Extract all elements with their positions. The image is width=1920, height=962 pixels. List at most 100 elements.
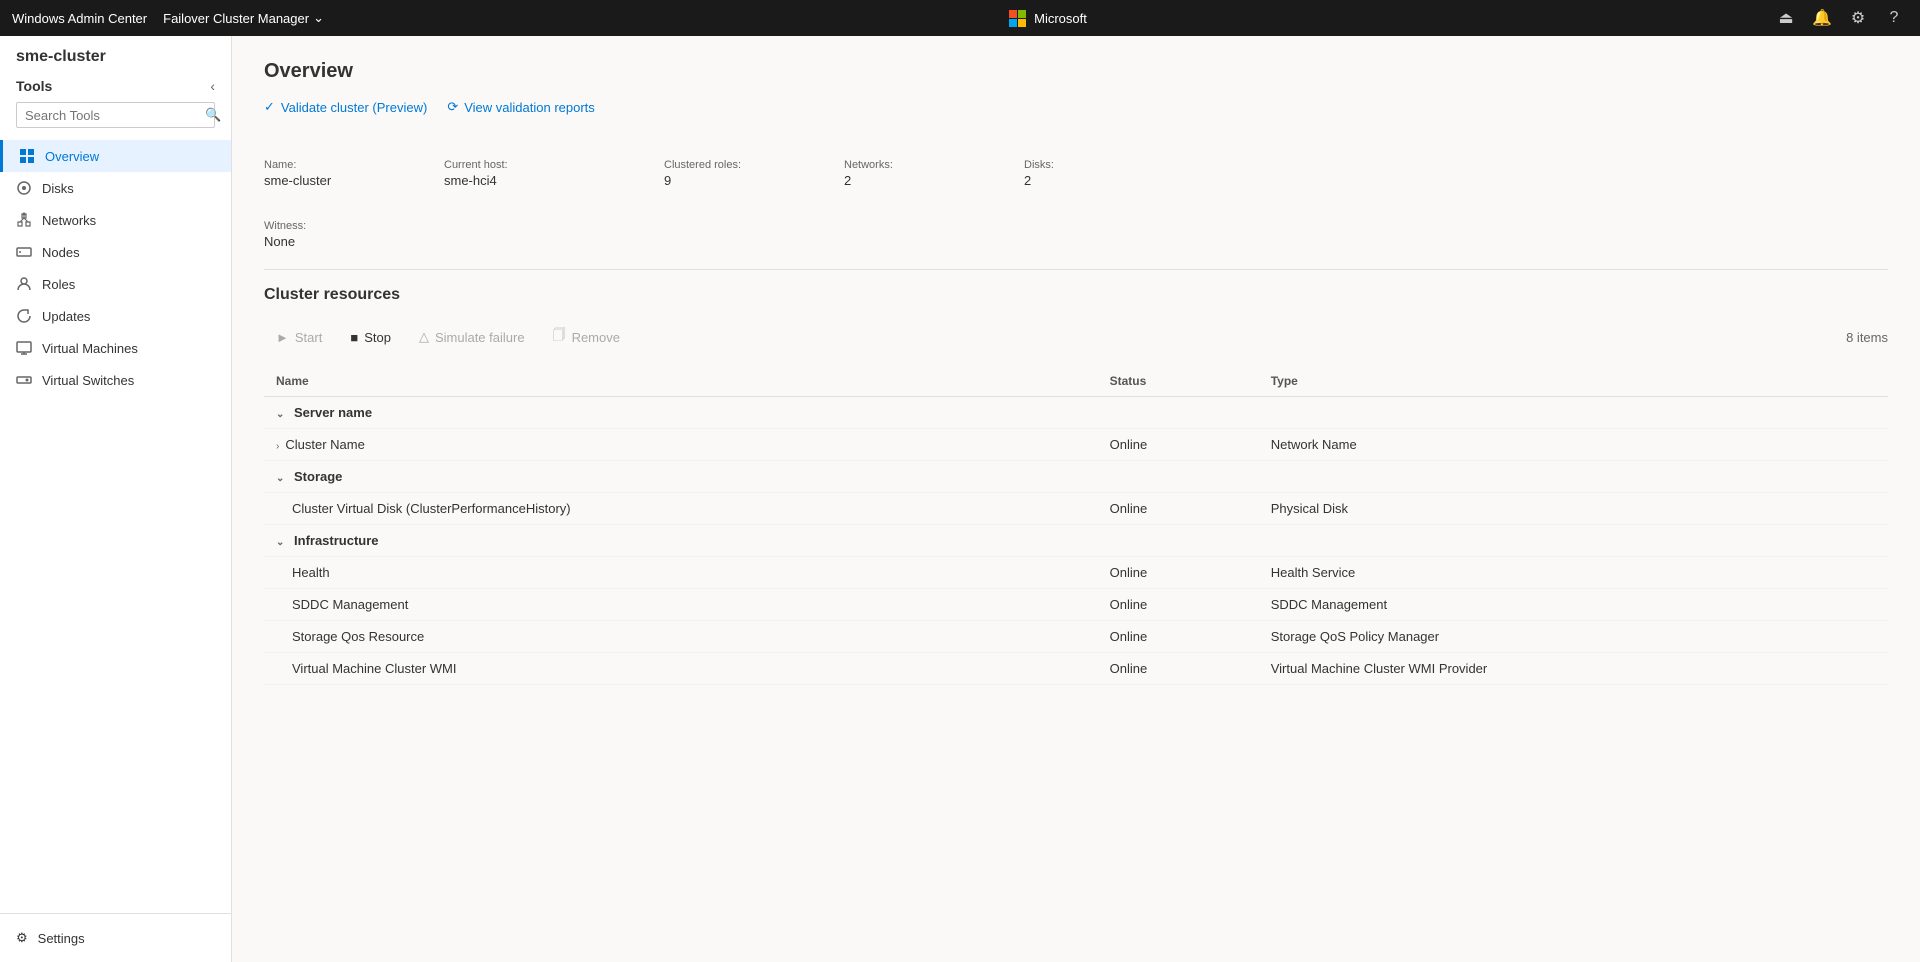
stop-icon: ■ <box>350 330 358 345</box>
collapse-button[interactable]: ‹ <box>210 78 215 94</box>
sidebar-footer: ⚙ Settings <box>0 913 231 962</box>
row-name: Storage Qos Resource <box>264 621 1098 653</box>
row-status: Online <box>1098 653 1259 685</box>
settings-icon[interactable]: ⚙ <box>1844 4 1872 32</box>
sidebar-item-networks[interactable]: Networks <box>0 204 231 236</box>
remove-icon: 🗍 <box>553 326 566 348</box>
row-name: ›Cluster Name <box>264 429 1098 461</box>
sidebar-item-virtual-machines[interactable]: Virtual Machines <box>0 332 231 364</box>
row-status: Online <box>1098 493 1259 525</box>
group-row[interactable]: ⌄ Server name <box>264 397 1888 429</box>
collapse-group-icon[interactable]: ⌄ <box>276 473 284 484</box>
row-status: Online <box>1098 429 1259 461</box>
sidebar-item-disks[interactable]: Disks <box>0 172 231 204</box>
sidebar-item-roles[interactable]: Roles <box>0 268 231 300</box>
sidebar-item-virtual-switches[interactable]: Virtual Switches <box>0 364 231 396</box>
bell-icon[interactable]: 🔔 <box>1808 4 1836 32</box>
ms-sq4 <box>1018 19 1026 27</box>
virtual-machines-icon <box>16 340 32 356</box>
items-count: 8 items <box>1846 330 1888 345</box>
virtual-switches-icon <box>16 372 32 388</box>
networks-icon <box>16 212 32 228</box>
topbar-center: Microsoft <box>340 10 1756 27</box>
tools-label: Tools ‹ <box>16 78 215 94</box>
history-icon: ⟳ <box>447 99 458 115</box>
table-row[interactable]: Cluster Virtual Disk (ClusterPerformance… <box>264 493 1888 525</box>
table-row[interactable]: Health Online Health Service <box>264 557 1888 589</box>
collapse-group-icon[interactable]: ⌄ <box>276 409 284 420</box>
group-row[interactable]: ⌄ Infrastructure <box>264 525 1888 557</box>
info-current-host: Current host: sme-hci4 <box>444 155 664 192</box>
ms-sq3 <box>1009 19 1017 27</box>
group-label: Server name <box>294 405 372 420</box>
sidebar-item-label-disks: Disks <box>42 181 74 196</box>
table-row[interactable]: ›Cluster Name Online Network Name <box>264 429 1888 461</box>
sidebar-item-updates[interactable]: Updates <box>0 300 231 332</box>
sidebar-item-overview[interactable]: Overview <box>0 140 231 172</box>
cluster-name: sme-cluster <box>16 48 215 66</box>
search-button[interactable]: 🔍 <box>205 107 221 123</box>
updates-icon <box>16 308 32 324</box>
row-type: Network Name <box>1259 429 1888 461</box>
app-title: Windows Admin Center <box>12 11 147 26</box>
table-row[interactable]: Virtual Machine Cluster WMI Online Virtu… <box>264 653 1888 685</box>
sidebar-item-label-nodes: Nodes <box>42 245 80 260</box>
witness-value: None <box>264 234 306 249</box>
row-type: Physical Disk <box>1259 493 1888 525</box>
sidebar-item-nodes[interactable]: Nodes <box>0 236 231 268</box>
help-icon[interactable]: ? <box>1880 4 1908 32</box>
topbar: Windows Admin Center Failover Cluster Ma… <box>0 0 1920 36</box>
name-value: sme-cluster <box>264 173 412 188</box>
remove-button[interactable]: 🗍 Remove <box>541 320 632 354</box>
collapse-group-icon[interactable]: ⌄ <box>276 537 284 548</box>
disks-label: Disks: <box>1024 159 1172 171</box>
module-label: Failover Cluster Manager <box>163 11 309 26</box>
ms-sq2 <box>1018 10 1026 18</box>
sidebar: sme-cluster Tools ‹ 🔍 Overview Di <box>0 36 232 962</box>
current-host-label: Current host: <box>444 159 632 171</box>
settings-item[interactable]: ⚙ Settings <box>16 922 215 954</box>
info-witness: Witness: None <box>264 216 338 253</box>
sidebar-item-label-networks: Networks <box>42 213 96 228</box>
sidebar-item-label-updates: Updates <box>42 309 90 324</box>
group-row[interactable]: ⌄ Storage <box>264 461 1888 493</box>
disks-icon <box>16 180 32 196</box>
row-name: SDDC Management <box>264 589 1098 621</box>
stop-button[interactable]: ■ Stop <box>338 324 403 351</box>
row-name: Cluster Virtual Disk (ClusterPerformance… <box>264 493 1098 525</box>
ms-sq1 <box>1009 10 1017 18</box>
sidebar-item-label-virtual-switches: Virtual Switches <box>42 373 134 388</box>
validate-cluster-link[interactable]: ✓ Validate cluster (Preview) <box>264 99 427 115</box>
start-button[interactable]: ► Start <box>264 324 334 351</box>
row-type: Virtual Machine Cluster WMI Provider <box>1259 653 1888 685</box>
row-type: Storage QoS Policy Manager <box>1259 621 1888 653</box>
row-status: Online <box>1098 621 1259 653</box>
simulate-failure-button[interactable]: △ Simulate failure <box>407 323 537 351</box>
overview-icon <box>19 148 35 164</box>
row-type: SDDC Management <box>1259 589 1888 621</box>
nav-list: Overview Disks Networks Nodes <box>0 136 231 913</box>
info-name: Name: sme-cluster <box>264 155 444 192</box>
divider <box>264 269 1888 270</box>
table-row[interactable]: Storage Qos Resource Online Storage QoS … <box>264 621 1888 653</box>
settings-label: Settings <box>38 931 85 946</box>
cluster-resources-title: Cluster resources <box>264 286 1888 304</box>
info-grid: Name: sme-cluster Current host: sme-hci4… <box>264 155 1888 192</box>
ms-squares-icon <box>1009 10 1026 27</box>
row-status: Online <box>1098 557 1259 589</box>
expand-row-icon[interactable]: › <box>276 441 279 452</box>
name-label: Name: <box>264 159 412 171</box>
cluster-resources-toolbar: ► Start ■ Stop △ Simulate failure 🗍 Remo… <box>264 320 1888 354</box>
terminal-icon[interactable]: ⏏ <box>1772 4 1800 32</box>
page-title: Overview <box>264 60 1888 83</box>
module-selector[interactable]: Failover Cluster Manager ⌄ <box>163 10 324 26</box>
row-name: Health <box>264 557 1098 589</box>
table-row[interactable]: SDDC Management Online SDDC Management <box>264 589 1888 621</box>
page-layout: sme-cluster Tools ‹ 🔍 Overview Di <box>0 36 1920 962</box>
sidebar-item-label-virtual-machines: Virtual Machines <box>42 341 138 356</box>
simulate-icon: △ <box>419 329 429 345</box>
view-validation-reports-label: View validation reports <box>464 100 595 115</box>
view-validation-reports-link[interactable]: ⟳ View validation reports <box>447 99 594 115</box>
search-input[interactable] <box>25 108 201 123</box>
clustered-roles-label: Clustered roles: <box>664 159 812 171</box>
